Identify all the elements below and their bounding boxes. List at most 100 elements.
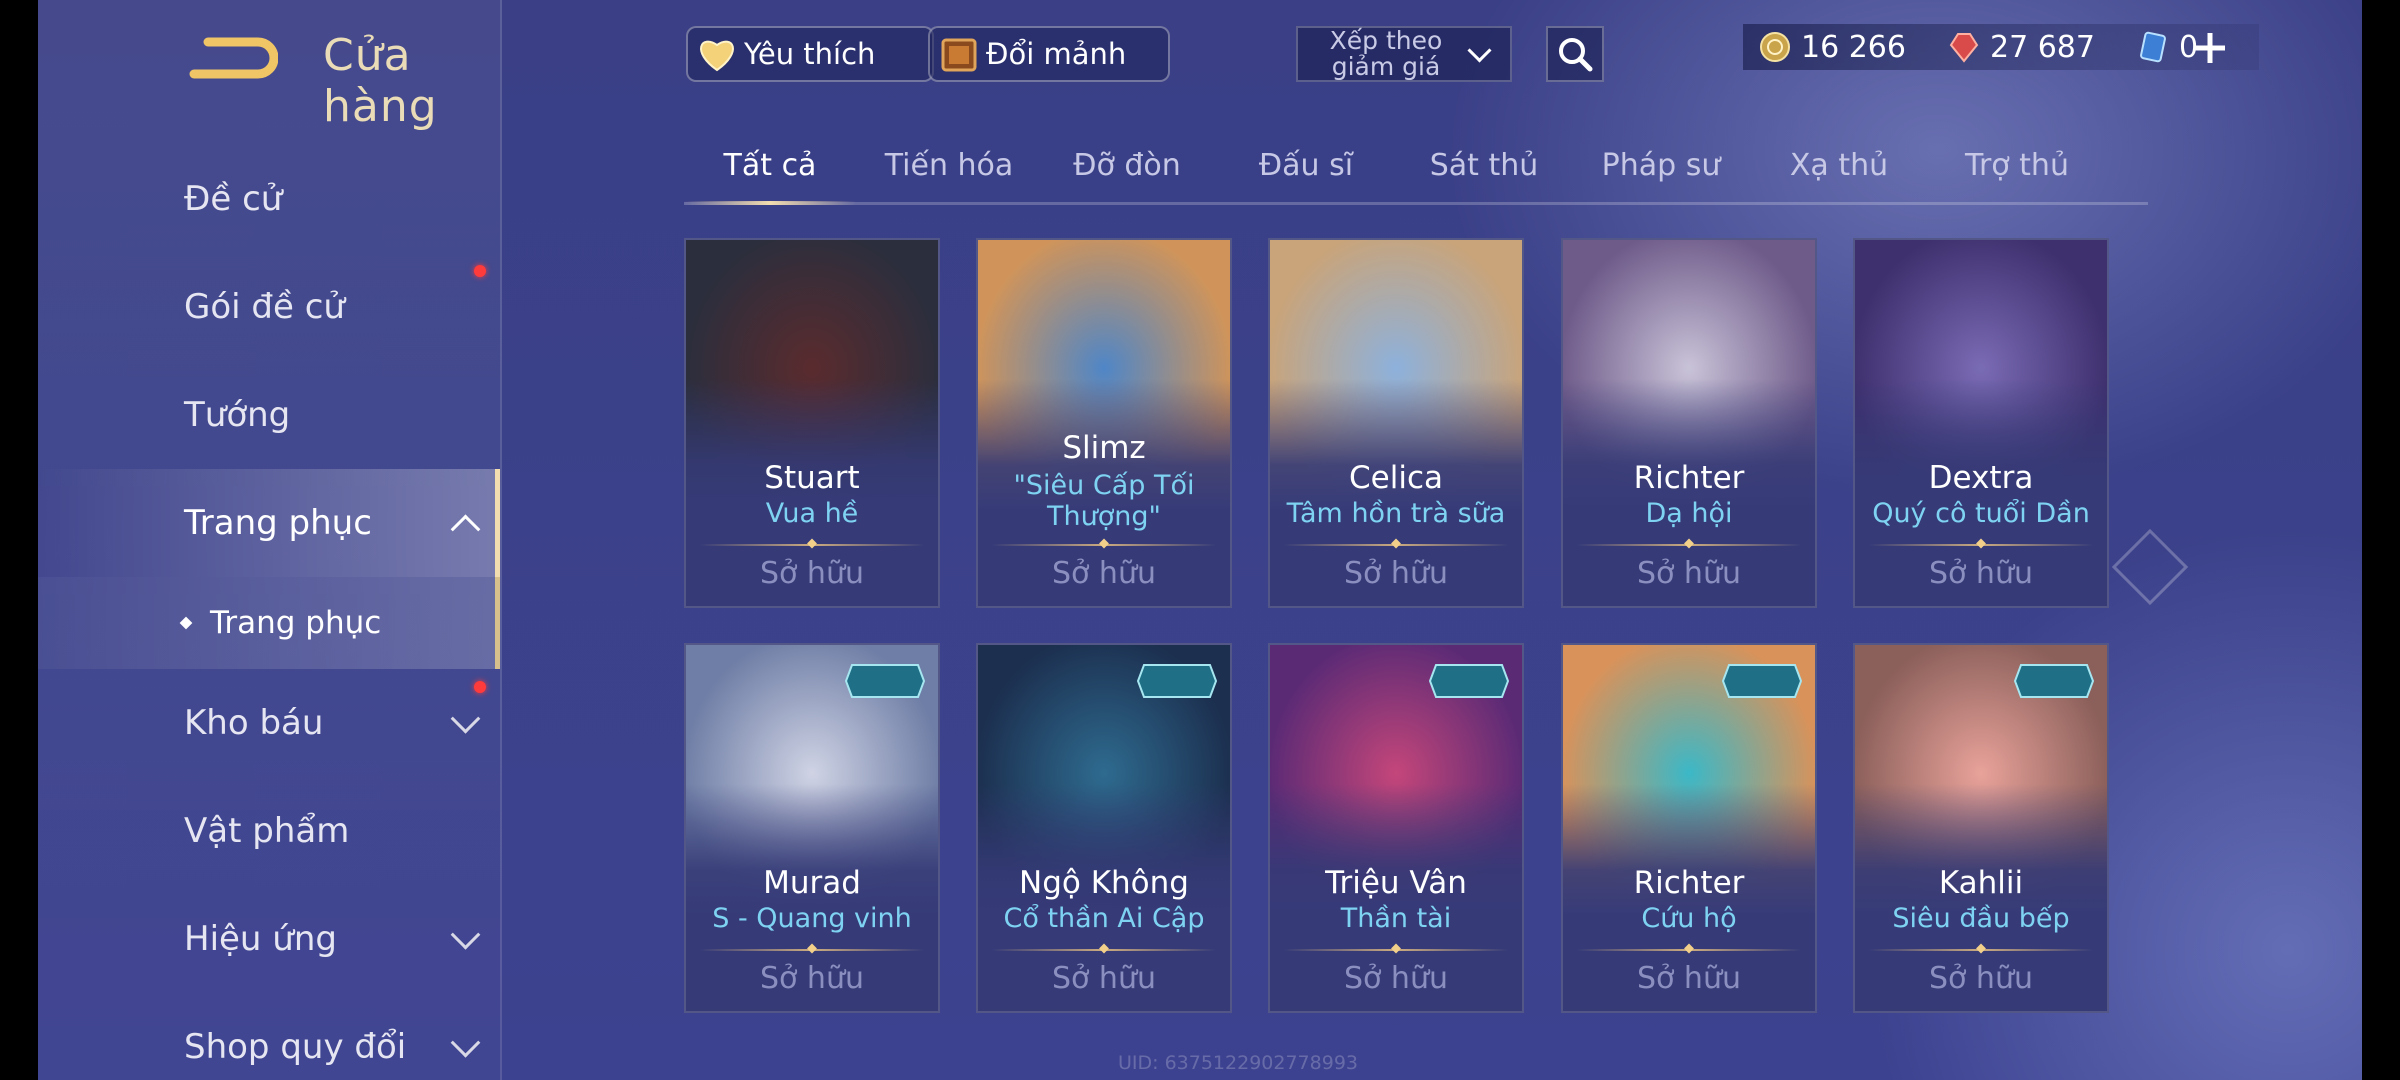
card-divider xyxy=(1284,544,1508,546)
skin-name: Vua hề xyxy=(765,498,859,529)
red-gem-icon xyxy=(1946,29,1982,65)
owned-status: Sở hữu xyxy=(1052,556,1156,591)
rarity-badge-icon xyxy=(1428,661,1510,701)
sidebar-item-label: Vật phẩm xyxy=(184,811,350,851)
owned-status: Sở hữu xyxy=(1929,961,2033,996)
skin-card[interactable]: Murad S - Quang vinh Sở hữu xyxy=(684,643,940,1013)
sidebar-item-featured-packs[interactable]: Gói đề cử xyxy=(38,253,500,361)
tab-evolution[interactable]: Tiến hóa xyxy=(885,148,1014,183)
hero-name: Triệu Vân xyxy=(1325,865,1467,901)
shop-screen: Cửa hàng Đề cử Gói đề cử Tướng Trang phụ… xyxy=(38,0,2362,1080)
rarity-badge-icon xyxy=(1136,661,1218,701)
owned-status: Sở hữu xyxy=(1637,961,1741,996)
hero-name: Stuart xyxy=(764,460,860,496)
sidebar-subitem-skins[interactable]: Trang phục xyxy=(38,577,500,669)
currency-bar: 16 266 27 687 0 xyxy=(1743,24,2259,70)
sidebar-item-featured[interactable]: Đề cử xyxy=(38,145,500,253)
fragment-chest-icon xyxy=(936,31,982,77)
gold-balance: 16 266 xyxy=(1757,29,1906,65)
gem-balance: 27 687 xyxy=(1946,29,2095,65)
owned-status: Sở hữu xyxy=(760,556,864,591)
skin-card[interactable]: Richter Dạ hội Sở hữu xyxy=(1561,238,1817,608)
sidebar-item-label: Trang phục xyxy=(184,503,372,543)
tab-support[interactable]: Trợ thủ xyxy=(1965,148,2069,183)
decorative-diamond-icon xyxy=(2111,528,2189,606)
sidebar-item-exchange-shop[interactable]: Shop quy đổi xyxy=(38,993,500,1080)
back-button[interactable] xyxy=(188,28,279,92)
sidebar: Cửa hàng Đề cử Gói đề cử Tướng Trang phụ… xyxy=(38,0,502,1080)
skin-card[interactable]: Ngộ Không Cổ thần Ai Cập Sở hữu xyxy=(976,643,1232,1013)
sidebar-item-skins[interactable]: Trang phục xyxy=(38,469,500,577)
tab-marksman[interactable]: Xạ thủ xyxy=(1790,148,1888,183)
favorites-label: Yêu thích xyxy=(744,37,876,71)
tab-assassin[interactable]: Sát thủ xyxy=(1430,148,1539,183)
skin-name: Quý cô tuổi Dần xyxy=(1872,498,2090,529)
back-arrow-icon xyxy=(189,37,279,79)
favorites-button[interactable]: Yêu thích xyxy=(686,26,934,82)
bullet-diamond-icon xyxy=(179,616,193,630)
sidebar-item-heroes[interactable]: Tướng xyxy=(38,361,500,469)
sidebar-item-label: Kho báu xyxy=(184,703,324,743)
skin-card[interactable]: Richter Cứu hộ Sở hữu xyxy=(1561,643,1817,1013)
sort-dropdown-label: Xếp theo giảm giá xyxy=(1329,26,1443,81)
owned-status: Sở hữu xyxy=(1637,556,1741,591)
sidebar-item-label: Gói đề cử xyxy=(184,287,345,327)
sidebar-item-label: Shop quy đổi xyxy=(184,1027,407,1067)
sidebar-item-effects[interactable]: Hiệu ứng xyxy=(38,885,500,993)
hero-name: Ngộ Không xyxy=(1019,865,1189,901)
chevron-down-icon xyxy=(450,919,481,950)
skin-card[interactable]: Dextra Quý cô tuổi Dần Sở hữu xyxy=(1853,238,2109,608)
card-divider xyxy=(1577,949,1801,951)
sidebar-item-label: Đề cử xyxy=(184,179,283,219)
sort-dropdown[interactable]: Xếp theo giảm giá xyxy=(1296,26,1512,82)
add-currency-button[interactable] xyxy=(2190,28,2230,68)
card-voucher-icon xyxy=(2135,29,2171,65)
skin-card[interactable]: Slimz "Siêu Cấp Tối Thượng" Sở hữu xyxy=(976,238,1232,608)
chevron-down-icon xyxy=(450,703,481,734)
hero-name: Richter xyxy=(1633,460,1745,496)
rarity-badge-icon xyxy=(844,661,926,701)
skin-name: S - Quang vinh xyxy=(712,903,912,934)
page-title: Cửa hàng xyxy=(323,30,438,132)
card-divider xyxy=(992,949,1216,951)
gold-coin-icon xyxy=(1757,29,1793,65)
search-button[interactable] xyxy=(1546,26,1604,82)
skin-name: Thần tài xyxy=(1340,903,1452,934)
sidebar-item-label: Hiệu ứng xyxy=(184,919,337,959)
tab-all[interactable]: Tất cả xyxy=(724,148,817,183)
chevron-up-icon xyxy=(450,514,481,545)
owned-status: Sở hữu xyxy=(760,961,864,996)
card-divider xyxy=(1577,544,1801,546)
skin-name: Cổ thần Ai Cập xyxy=(1003,903,1205,934)
hero-name: Dextra xyxy=(1928,460,2034,496)
tab-mage[interactable]: Pháp sư xyxy=(1602,148,1721,183)
owned-status: Sở hữu xyxy=(1052,961,1156,996)
exchange-fragments-button[interactable]: Đổi mảnh xyxy=(928,26,1170,82)
skin-name: Dạ hội xyxy=(1645,498,1733,529)
rarity-badge-icon xyxy=(1721,661,1803,701)
skin-name: Siêu đầu bếp xyxy=(1892,903,2070,934)
tab-tank[interactable]: Đỡ đòn xyxy=(1073,148,1181,183)
sidebar-item-label: Tướng xyxy=(184,395,291,435)
owned-status: Sở hữu xyxy=(1344,556,1448,591)
tab-fighter[interactable]: Đấu sĩ xyxy=(1259,148,1353,183)
skin-name: "Siêu Cấp Tối Thượng" xyxy=(1013,470,1195,532)
hero-name: Murad xyxy=(763,865,861,901)
skin-card[interactable]: Celica Tâm hồn trà sữa Sở hữu xyxy=(1268,238,1524,608)
card-divider xyxy=(700,949,924,951)
card-divider xyxy=(992,544,1216,546)
sidebar-item-treasure[interactable]: Kho báu xyxy=(38,669,500,777)
hero-name: Celica xyxy=(1349,460,1443,496)
skin-name: Tâm hồn trà sữa xyxy=(1286,498,1506,529)
skin-card[interactable]: Stuart Vua hề Sở hữu xyxy=(684,238,940,608)
exchange-fragments-label: Đổi mảnh xyxy=(986,37,1127,71)
card-balance: 0 xyxy=(2135,29,2198,65)
sidebar-item-items[interactable]: Vật phẩm xyxy=(38,777,500,885)
rarity-badge-icon xyxy=(2013,661,2095,701)
skin-card[interactable]: Triệu Vân Thần tài Sở hữu xyxy=(1268,643,1524,1013)
heart-icon xyxy=(694,31,740,77)
skin-card[interactable]: Kahlii Siêu đầu bếp Sở hữu xyxy=(1853,643,2109,1013)
hero-name: Slimz xyxy=(1062,430,1146,466)
owned-status: Sở hữu xyxy=(1344,961,1448,996)
chevron-down-icon xyxy=(450,1027,481,1058)
